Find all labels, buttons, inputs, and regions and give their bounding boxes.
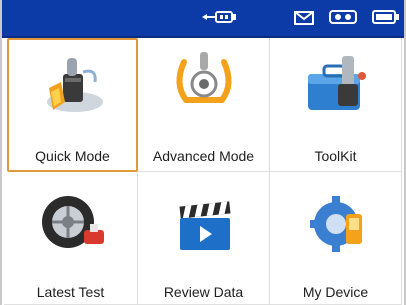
toolkit-icon [304,52,368,119]
advanced-mode-tile[interactable]: Advanced Mode [138,38,270,172]
mail-icon [294,11,314,30]
tire-sensor-icon [43,52,105,121]
tpms-warning-icon [170,48,238,117]
quick-mode-tile[interactable]: Quick Mode [7,38,138,172]
tile-label-latest-test: Latest Test [36,284,105,300]
device-gear-icon [308,194,368,259]
latest-test-tile[interactable]: Latest Test [4,172,138,305]
tile-label-review-data: Review Data [163,284,244,300]
bluetooth-icon [329,9,357,30]
tile-label-quick-mode: Quick Mode [35,148,110,164]
review-data-tile[interactable]: Review Data [138,172,270,305]
my-device-tile[interactable]: My Device [270,172,402,305]
clapperboard-icon [176,198,234,257]
battery-icon [372,10,400,29]
tile-label-toolkit: ToolKit [314,148,357,164]
wheel-test-icon [40,194,110,259]
usb-icon [202,9,238,30]
toolkit-tile[interactable]: ToolKit [270,38,402,172]
tile-label-my-device: My Device [302,284,369,300]
status-bar [2,0,404,38]
tile-label-advanced-mode: Advanced Mode [152,148,255,164]
